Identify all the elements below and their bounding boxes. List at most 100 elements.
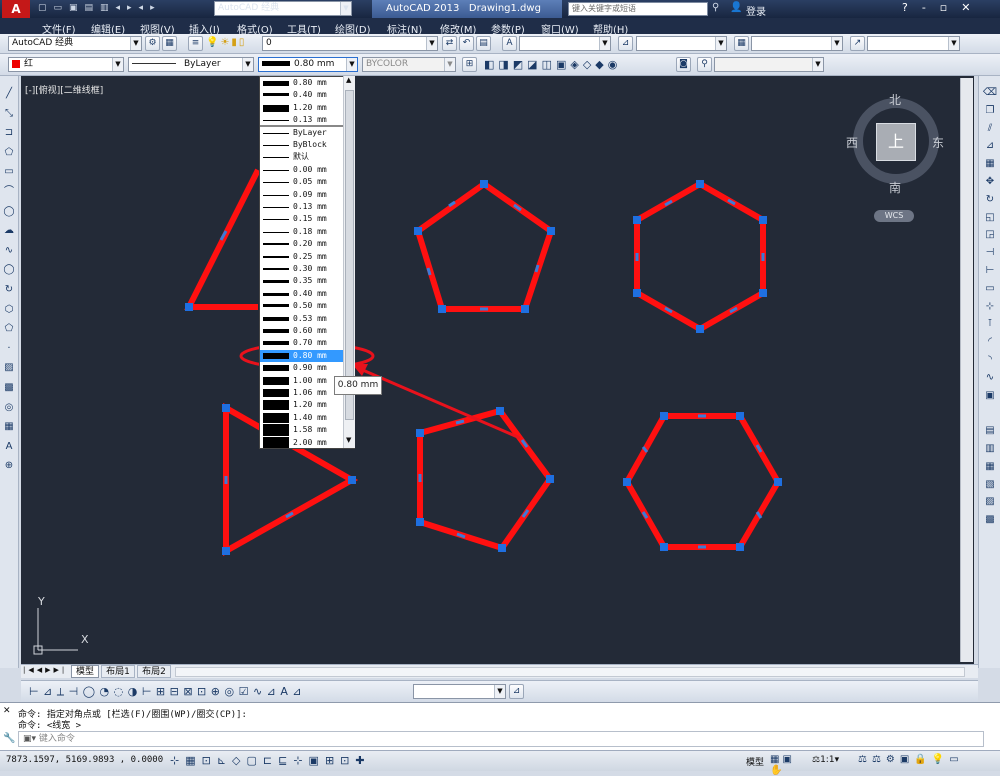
ucs-icon[interactable]: ⊞ [462, 57, 477, 72]
layer-state-icons[interactable]: 💡☀▮▯ [206, 37, 246, 48]
lw-option[interactable]: 1.06 mm [260, 387, 344, 399]
autocad-logo[interactable]: A [2, 0, 30, 18]
user-icon[interactable]: 👤 [730, 2, 742, 13]
lw-option-selected[interactable]: 0.80 mm [260, 349, 344, 363]
modify-tool-icons[interactable]: ⌫ ❐ ⫽ ⊿ ▦ ✥ ↻ ◱ ◲ ⊣ ⊢ ▭ ⊹ ⊺ ◜ ◝ ∿ ▣ ▤ ▥ ▦ ▧ ▨ ▩ [982, 84, 998, 529]
lw-option[interactable]: 0.20 mm [260, 238, 344, 250]
workspace-title-combo[interactable]: AutoCAD 经典 ▼ [214, 1, 352, 16]
tab-layout2[interactable]: 布局2 [137, 665, 171, 678]
layer-previous-icon[interactable]: ↶ [459, 36, 474, 51]
dimension-style-combo[interactable]: ▼ [413, 684, 506, 699]
lw-option[interactable]: 0.53 mm [260, 313, 344, 325]
lw-option[interactable]: 1.58 mm [260, 424, 344, 437]
compass-south[interactable]: 南 [889, 179, 901, 196]
lw-recent-item[interactable]: 0.40 mm [260, 89, 344, 101]
lw-option[interactable]: 0.90 mm [260, 362, 344, 374]
table-style-icon[interactable]: ▦ [734, 36, 749, 51]
scroll-thumb[interactable] [345, 90, 354, 420]
lw-option[interactable]: 0.30 mm [260, 263, 344, 275]
linetype-combo[interactable]: ByLayer ▼ [128, 57, 254, 72]
lw-option[interactable]: 0.60 mm [260, 325, 344, 337]
make-current-icon[interactable]: ⇄ [442, 36, 457, 51]
compass-west[interactable]: 西 [846, 134, 858, 151]
wcs-button[interactable]: WCS [874, 210, 914, 222]
camera-icon[interactable]: ◙ [676, 57, 691, 72]
command-wrench-icon[interactable]: 🔧 [3, 733, 15, 744]
layer-iso-icon[interactable]: ▤ [476, 36, 491, 51]
status-bar: 7873.1597, 5169.9893 , 0.0000 ⊹▦⊡⊾◇▢⊏⊑⊹▣… [0, 750, 1000, 776]
lw-option[interactable]: 0.05 mm [260, 176, 344, 188]
hexagon-top-grip [696, 325, 704, 333]
annotation-scale[interactable]: ⚖1:1▾ [812, 755, 839, 765]
lw-option[interactable]: 0.40 mm [260, 288, 344, 300]
table-style-combo[interactable]: ▼ [751, 36, 843, 51]
dim-style-combo[interactable]: ▼ [636, 36, 727, 51]
view-toolbar-icons[interactable]: ◧◨◩◪◫▣◈◇◆◉ [484, 58, 699, 72]
lw-recent-item[interactable]: 0.13 mm [260, 114, 344, 127]
color-combo[interactable]: 红 ▼ [8, 57, 124, 72]
lw-option-bylayer[interactable]: ByLayer [260, 127, 344, 139]
draw-tool-icons[interactable]: ╱ ⤡ ⊐ ⬠ ▭ ⌒ ◯ ☁ ∿ ◯ ↻ ⬡ ⬠ · ▨ ▩ ◎ ▦ A ⊕ [2, 84, 16, 476]
lw-option[interactable]: 1.00 mm [260, 375, 344, 387]
settings-icon[interactable]: ⚙ [145, 36, 160, 51]
named-view-combo[interactable]: ▼ [714, 57, 824, 72]
lw-option[interactable]: 0.09 mm [260, 189, 344, 201]
binoculars-icon[interactable]: ⚲ [712, 2, 726, 16]
layer-manager-icon[interactable]: ≡ [188, 36, 203, 51]
workspace-save-icon[interactable]: ▦ [162, 36, 177, 51]
drawing-canvas[interactable]: [-][俯视][二维线框] Y X [21, 76, 974, 664]
mleader-style-icon[interactable]: ↗ [850, 36, 865, 51]
drafting-toggle-icons[interactable]: ⊹▦⊡⊾◇▢⊏⊑⊹▣⊞⊡✚ [170, 754, 430, 768]
dimension-tool-icons[interactable]: ⊢⊿⟂⊣◯◔◌◑⊢⊞⊟⊠⊡⊕◎☑∿⊿A⊿ [29, 685, 409, 699]
lw-option[interactable]: 0.18 mm [260, 226, 344, 238]
lw-recent-item[interactable]: 1.20 mm [260, 102, 344, 114]
scroll-down-arrow[interactable]: ▼ [346, 436, 351, 444]
dim-style-icon[interactable]: ⊿ [618, 36, 633, 51]
text-style-combo[interactable]: ▼ [519, 36, 611, 51]
viewcube-top-face[interactable]: 上 [876, 123, 916, 161]
text-style-icon[interactable]: A [502, 36, 517, 51]
coordinate-readout[interactable]: 7873.1597, 5169.9893 , 0.0000 [6, 755, 163, 765]
mleader-style-combo[interactable]: ▼ [867, 36, 960, 51]
vertical-scrollbar[interactable] [960, 78, 973, 662]
lw-option[interactable]: 0.35 mm [260, 275, 344, 287]
tab-nav-arrows[interactable]: |◀◀▶▶| [23, 666, 67, 674]
command-input[interactable]: ▣▾ 键入命令 [18, 731, 984, 747]
search-input[interactable]: 键入关键字或短语 [568, 2, 708, 16]
tab-model[interactable]: 模型 [71, 665, 99, 678]
lw-option-byblock[interactable]: ByBlock [260, 139, 344, 151]
pentagon-bottom-grip [496, 407, 504, 415]
lw-option-default[interactable]: 默认 [260, 151, 344, 163]
compass-east[interactable]: 东 [932, 134, 944, 151]
lw-option[interactable]: 2.00 mm [260, 436, 344, 448]
properties-toolbar: 红 ▼ ByLayer ▼ 0.80 mm ▼ BYCOLOR ▼ ⊞ ◧◨◩◪◫▣◈◇… [0, 54, 1000, 76]
zoom-icon[interactable]: ⚲ [697, 57, 712, 72]
lw-option[interactable]: 1.20 mm [260, 399, 344, 411]
command-close-icon[interactable]: ✕ [3, 706, 11, 716]
plotstyle-combo[interactable]: BYCOLOR ▼ [362, 57, 456, 72]
status-right-icons[interactable]: ⚖⚖⚙▣🔒💡▭ [858, 754, 996, 765]
lw-option[interactable]: 0.25 mm [260, 251, 344, 263]
horizontal-scrollbar[interactable] [175, 667, 965, 677]
lw-option[interactable]: 0.00 mm [260, 164, 344, 176]
lw-recent-item[interactable]: 0.80 mm [260, 77, 344, 89]
drawing-svg[interactable] [21, 76, 974, 664]
scroll-up-arrow[interactable]: ▲ [346, 76, 351, 84]
lw-option[interactable]: 0.50 mm [260, 300, 344, 312]
lineweight-combo[interactable]: 0.80 mm ▼ [258, 57, 358, 72]
tab-layout1[interactable]: 布局1 [101, 665, 135, 678]
quick-access-icons[interactable]: ▢▭▣▤▥◂▸◂▸ [38, 3, 208, 15]
lw-option[interactable]: 0.13 mm [260, 201, 344, 213]
layer-combo[interactable]: 0 ▼ [262, 36, 438, 51]
dim-override-icon[interactable]: ⊿ [509, 684, 524, 699]
model-button[interactable]: 模型 [746, 755, 764, 768]
status-tool-icons[interactable]: ▦▣✋ [770, 754, 810, 776]
compass-north[interactable]: 北 [889, 91, 901, 108]
workspace-combo[interactable]: AutoCAD 经典 ▼ [8, 36, 142, 51]
window-controls[interactable]: ?-▫✕ [902, 1, 998, 17]
lw-option[interactable]: 0.15 mm [260, 213, 344, 225]
lw-option[interactable]: 1.40 mm [260, 412, 344, 424]
login-label[interactable]: 登录 [746, 3, 766, 18]
viewcube[interactable]: 上 北 南 东 西 [846, 91, 944, 195]
lw-option[interactable]: 0.70 mm [260, 337, 344, 349]
